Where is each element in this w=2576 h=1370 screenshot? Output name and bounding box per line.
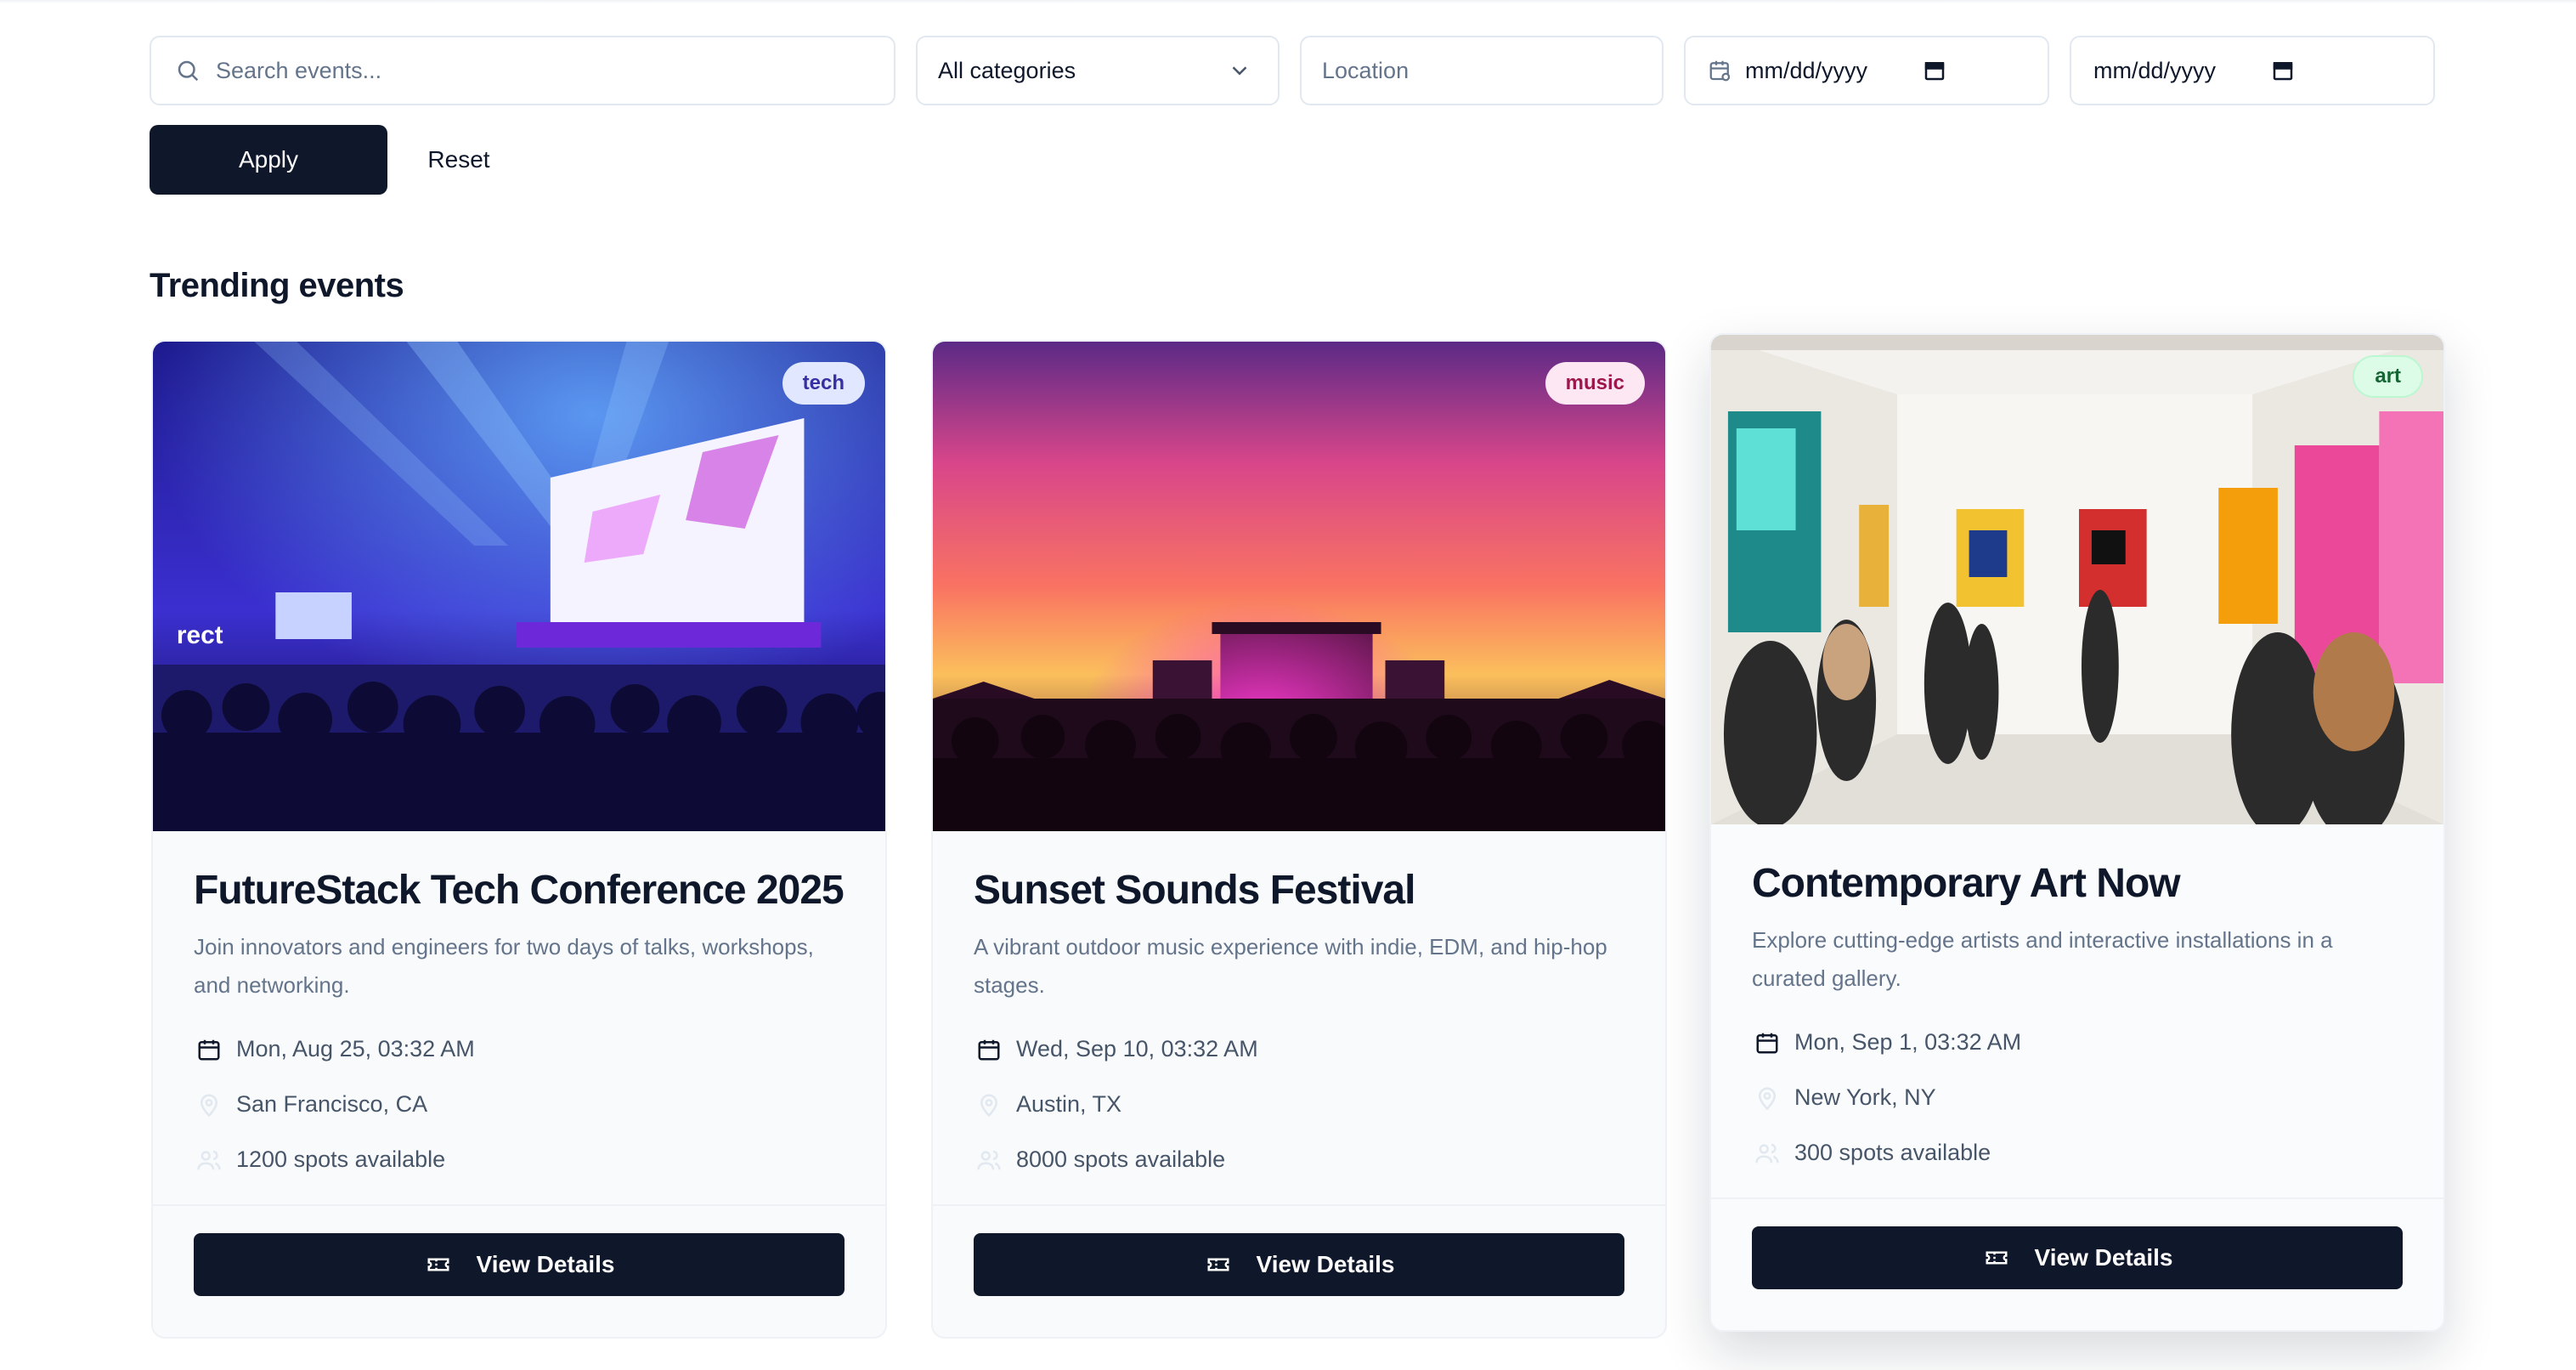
view-details-button[interactable]: View Details [1752, 1226, 2403, 1289]
view-details-button[interactable]: View Details [974, 1233, 1624, 1296]
view-details-button[interactable]: View Details [194, 1233, 845, 1296]
event-title: Sunset Sounds Festival [974, 868, 1415, 913]
date-from-input[interactable]: mm/dd/yyyy [1684, 36, 2049, 105]
event-spots: 1200 spots available [194, 1132, 845, 1187]
location-input[interactable]: Location [1300, 36, 1664, 105]
event-title: Contemporary Art Now [1752, 861, 2181, 906]
date-to-value: mm/dd/yyyy [2093, 57, 2217, 83]
event-card: rect tech FutureStack Tech Conference 20… [151, 340, 887, 1339]
event-datetime: Mon, Sep 1, 03:32 AM [1752, 1015, 2403, 1070]
event-image-gallery: art [1711, 335, 2443, 824]
location-placeholder: Location [1322, 57, 1409, 83]
event-location: New York, NY [1752, 1070, 2403, 1125]
map-pin-icon [194, 1090, 224, 1119]
event-image-festival: music [933, 342, 1665, 831]
chevron-down-icon [1225, 56, 1254, 85]
view-details-label: View Details [476, 1251, 615, 1277]
event-card: art Contemporary Art Now Explore cutting… [1709, 333, 2445, 1332]
event-location: San Francisco, CA [194, 1077, 845, 1132]
calendar-picker-icon[interactable] [2268, 56, 2297, 85]
category-badge: tech [782, 362, 865, 405]
event-description: A vibrant outdoor music experience with … [974, 934, 1607, 998]
apply-button[interactable]: Apply [150, 125, 387, 195]
location-text: New York, NY [1794, 1084, 1936, 1110]
event-image-conference: rect tech [153, 342, 885, 831]
location-text: Austin, TX [1016, 1091, 1122, 1117]
search-icon [173, 56, 202, 85]
section-title: Trending events [150, 267, 404, 304]
top-edge [0, 0, 2576, 3]
event-location: Austin, TX [974, 1077, 1624, 1132]
category-badge: art [2353, 355, 2423, 398]
location-text: San Francisco, CA [236, 1091, 428, 1117]
calendar-icon [1752, 1028, 1782, 1057]
ticket-icon [424, 1250, 453, 1279]
calendar-picker-icon[interactable] [1920, 56, 1949, 85]
reset-button[interactable]: Reset [408, 125, 510, 195]
category-value: All categories [938, 57, 1076, 83]
event-title: FutureStack Tech Conference 2025 [194, 868, 845, 913]
date-to-input[interactable]: mm/dd/yyyy [2070, 36, 2435, 105]
calendar-icon [194, 1035, 224, 1064]
event-card: music Sunset Sounds Festival A vibrant o… [931, 340, 1667, 1339]
ticket-icon [1204, 1250, 1233, 1279]
spots-text: 300 spots available [1794, 1140, 1991, 1165]
svg-text:rect: rect [177, 621, 223, 649]
search-input[interactable]: Search events... [150, 36, 895, 105]
date-from-value: mm/dd/yyyy [1745, 57, 1868, 83]
calendar-icon [974, 1035, 1004, 1064]
datetime-text: Wed, Sep 10, 03:32 AM [1016, 1036, 1258, 1061]
event-description: Join innovators and engineers for two da… [194, 934, 814, 998]
category-badge: music [1545, 362, 1645, 405]
view-details-label: View Details [1256, 1251, 1395, 1277]
view-details-label: View Details [2034, 1244, 2173, 1271]
spots-text: 8000 spots available [1016, 1146, 1226, 1172]
users-icon [194, 1146, 224, 1175]
event-datetime: Mon, Aug 25, 03:32 AM [194, 1022, 845, 1077]
event-spots: 300 spots available [1752, 1125, 2403, 1180]
map-pin-icon [974, 1090, 1004, 1119]
event-spots: 8000 spots available [974, 1132, 1624, 1187]
category-select[interactable]: All categories [916, 36, 1280, 105]
event-datetime: Wed, Sep 10, 03:32 AM [974, 1022, 1624, 1077]
datetime-text: Mon, Sep 1, 03:32 AM [1794, 1029, 2022, 1055]
spots-text: 1200 spots available [236, 1146, 446, 1172]
map-pin-icon [1752, 1084, 1782, 1112]
calendar-search-icon [1706, 56, 1735, 85]
event-description: Explore cutting-edge artists and interac… [1752, 927, 2333, 991]
users-icon [1752, 1139, 1782, 1168]
search-placeholder: Search events... [216, 57, 382, 83]
filter-bar: Search events... All categories Location… [150, 36, 2435, 105]
users-icon [974, 1146, 1004, 1175]
datetime-text: Mon, Aug 25, 03:32 AM [236, 1036, 475, 1061]
ticket-icon [1982, 1243, 2011, 1272]
